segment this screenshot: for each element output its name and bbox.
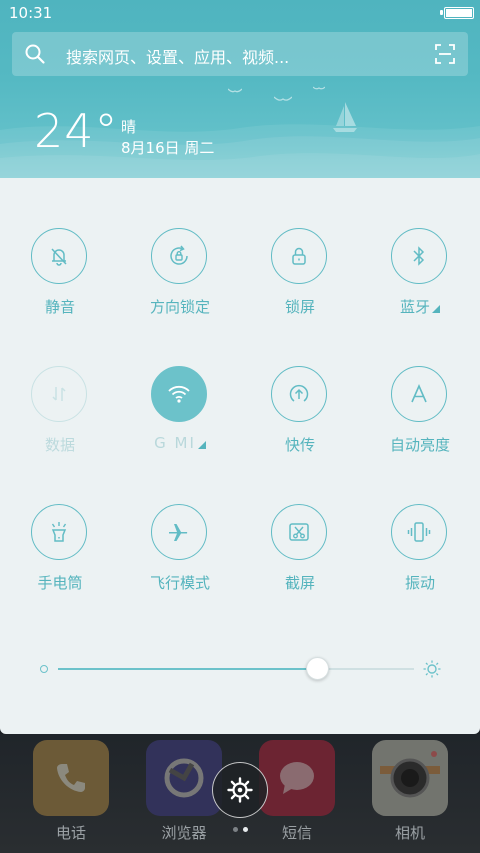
wifi-icon xyxy=(168,385,190,403)
status-bar: 10:31 xyxy=(0,0,480,26)
lock-icon xyxy=(292,247,306,265)
wifi-ssid-text: G MI xyxy=(154,434,196,452)
brightness-high-icon xyxy=(423,660,441,678)
bluetooth-icon xyxy=(413,246,425,266)
mobile-data-icon xyxy=(52,387,66,401)
vibrate-icon xyxy=(407,522,431,542)
toggle-label: 自动亮度 xyxy=(389,436,450,454)
toggle-label: 静音 xyxy=(44,298,75,316)
bird-icon xyxy=(228,88,242,93)
toggle-quick-transfer[interactable]: 快传 xyxy=(240,316,360,454)
app-label: 浏览器 xyxy=(161,824,207,842)
app-messages[interactable] xyxy=(259,740,335,816)
airplane-icon xyxy=(169,524,188,541)
toggle-screenshot-button[interactable] xyxy=(271,504,327,560)
app-label: 电话 xyxy=(55,824,86,842)
page-dot-active xyxy=(243,827,248,832)
bird-icon xyxy=(274,96,292,101)
dropdown-indicator-icon xyxy=(197,441,206,449)
toggle-lock-screen-button[interactable] xyxy=(271,228,327,284)
toggle-mobile-data-button[interactable] xyxy=(31,366,87,422)
settings-button[interactable] xyxy=(212,762,268,818)
toggle-lock-screen[interactable]: 锁屏 xyxy=(240,178,360,316)
message-icon xyxy=(280,762,314,794)
toggle-mobile-data[interactable]: 数据 xyxy=(0,316,120,454)
auto-brightness-icon xyxy=(411,384,427,403)
phone-icon xyxy=(57,764,85,792)
toggle-auto-brightness[interactable]: 自动亮度 xyxy=(360,316,480,454)
brightness-slider-thumb[interactable] xyxy=(306,657,330,680)
search-icon xyxy=(25,44,45,64)
toggle-label: 振动 xyxy=(404,574,435,592)
toggle-vibrate[interactable]: 振动 xyxy=(360,454,480,592)
screenshot-icon xyxy=(289,523,309,541)
toggle-label: 飞行模式 xyxy=(149,574,210,592)
dropdown-indicator-icon xyxy=(432,305,440,313)
app-browser[interactable] xyxy=(146,740,222,816)
toggle-label: 截屏 xyxy=(284,574,315,592)
page-indicator xyxy=(233,827,253,833)
bell-off-icon xyxy=(51,248,67,266)
toggle-flashlight-button[interactable] xyxy=(31,504,87,560)
browser-icon xyxy=(164,758,204,798)
toggle-bluetooth-button[interactable] xyxy=(391,228,447,284)
toggle-airplane-mode[interactable]: 飞行模式 xyxy=(120,454,240,592)
weather-temperature[interactable]: 24° xyxy=(34,104,119,158)
rotation-lock-icon xyxy=(170,245,188,265)
app-label: 短信 xyxy=(281,824,312,842)
toggle-label: 手电筒 xyxy=(37,574,83,592)
brightness-slider[interactable] xyxy=(58,668,414,670)
app-phone[interactable] xyxy=(33,740,109,816)
quick-settings-panel: 静音 方向锁定 锁屏 蓝牙 数据 G MI 快传 自动亮度 手电筒 飞行模式 截… xyxy=(0,178,480,734)
flashlight-icon xyxy=(51,522,67,542)
toggle-wifi-button[interactable] xyxy=(151,366,207,422)
notification-header: 10:31 搜索网页、设置、应用、视频... 24° 晴 8月16日 周二 xyxy=(0,0,480,178)
page-dot xyxy=(233,827,238,832)
toggle-auto-brightness-button[interactable] xyxy=(391,366,447,422)
toggle-rotation-lock-button[interactable] xyxy=(151,228,207,284)
app-label: 相机 xyxy=(394,824,425,842)
toggle-label: 方向锁定 xyxy=(149,298,210,316)
weather-condition: 晴 xyxy=(121,118,137,136)
toggle-bluetooth[interactable]: 蓝牙 xyxy=(360,178,480,316)
status-time: 10:31 xyxy=(9,4,53,22)
bird-icon xyxy=(313,86,325,90)
camera-icon xyxy=(380,751,440,798)
bluetooth-label-text: 蓝牙 xyxy=(399,298,430,316)
brightness-slider-fill xyxy=(58,668,318,670)
search-bar[interactable]: 搜索网页、设置、应用、视频... xyxy=(12,32,468,76)
toggle-vibrate-button[interactable] xyxy=(391,504,447,560)
toggle-mute[interactable]: 静音 xyxy=(0,178,120,316)
toggle-label: 数据 xyxy=(44,436,75,454)
toggle-quick-transfer-button[interactable] xyxy=(271,366,327,422)
toggle-label-wifi: G MI xyxy=(120,434,240,452)
toggle-screenshot[interactable]: 截屏 xyxy=(240,454,360,592)
toggle-airplane-mode-button[interactable] xyxy=(151,504,207,560)
search-placeholder: 搜索网页、设置、应用、视频... xyxy=(66,48,290,67)
battery-icon xyxy=(440,7,474,19)
scan-icon[interactable] xyxy=(434,43,456,65)
sailboat-icon xyxy=(333,102,357,132)
home-screen-dock: 电话 浏览器 短信 相机 xyxy=(0,734,480,853)
toggle-rotation-lock[interactable]: 方向锁定 xyxy=(120,178,240,316)
toggle-mute-button[interactable] xyxy=(31,228,87,284)
brightness-low-icon xyxy=(40,665,48,673)
brightness-control xyxy=(36,652,446,686)
quick-transfer-icon xyxy=(289,384,309,402)
toggle-label: 锁屏 xyxy=(284,298,315,316)
weather-date: 8月16日 周二 xyxy=(121,139,215,157)
toggle-label: 快传 xyxy=(284,436,315,454)
toggle-wifi[interactable]: G MI xyxy=(120,316,240,452)
toggle-flashlight[interactable]: 手电筒 xyxy=(0,454,120,592)
gear-icon xyxy=(227,777,253,803)
app-camera[interactable] xyxy=(372,740,448,816)
toggle-label-bluetooth: 蓝牙 xyxy=(360,296,480,317)
